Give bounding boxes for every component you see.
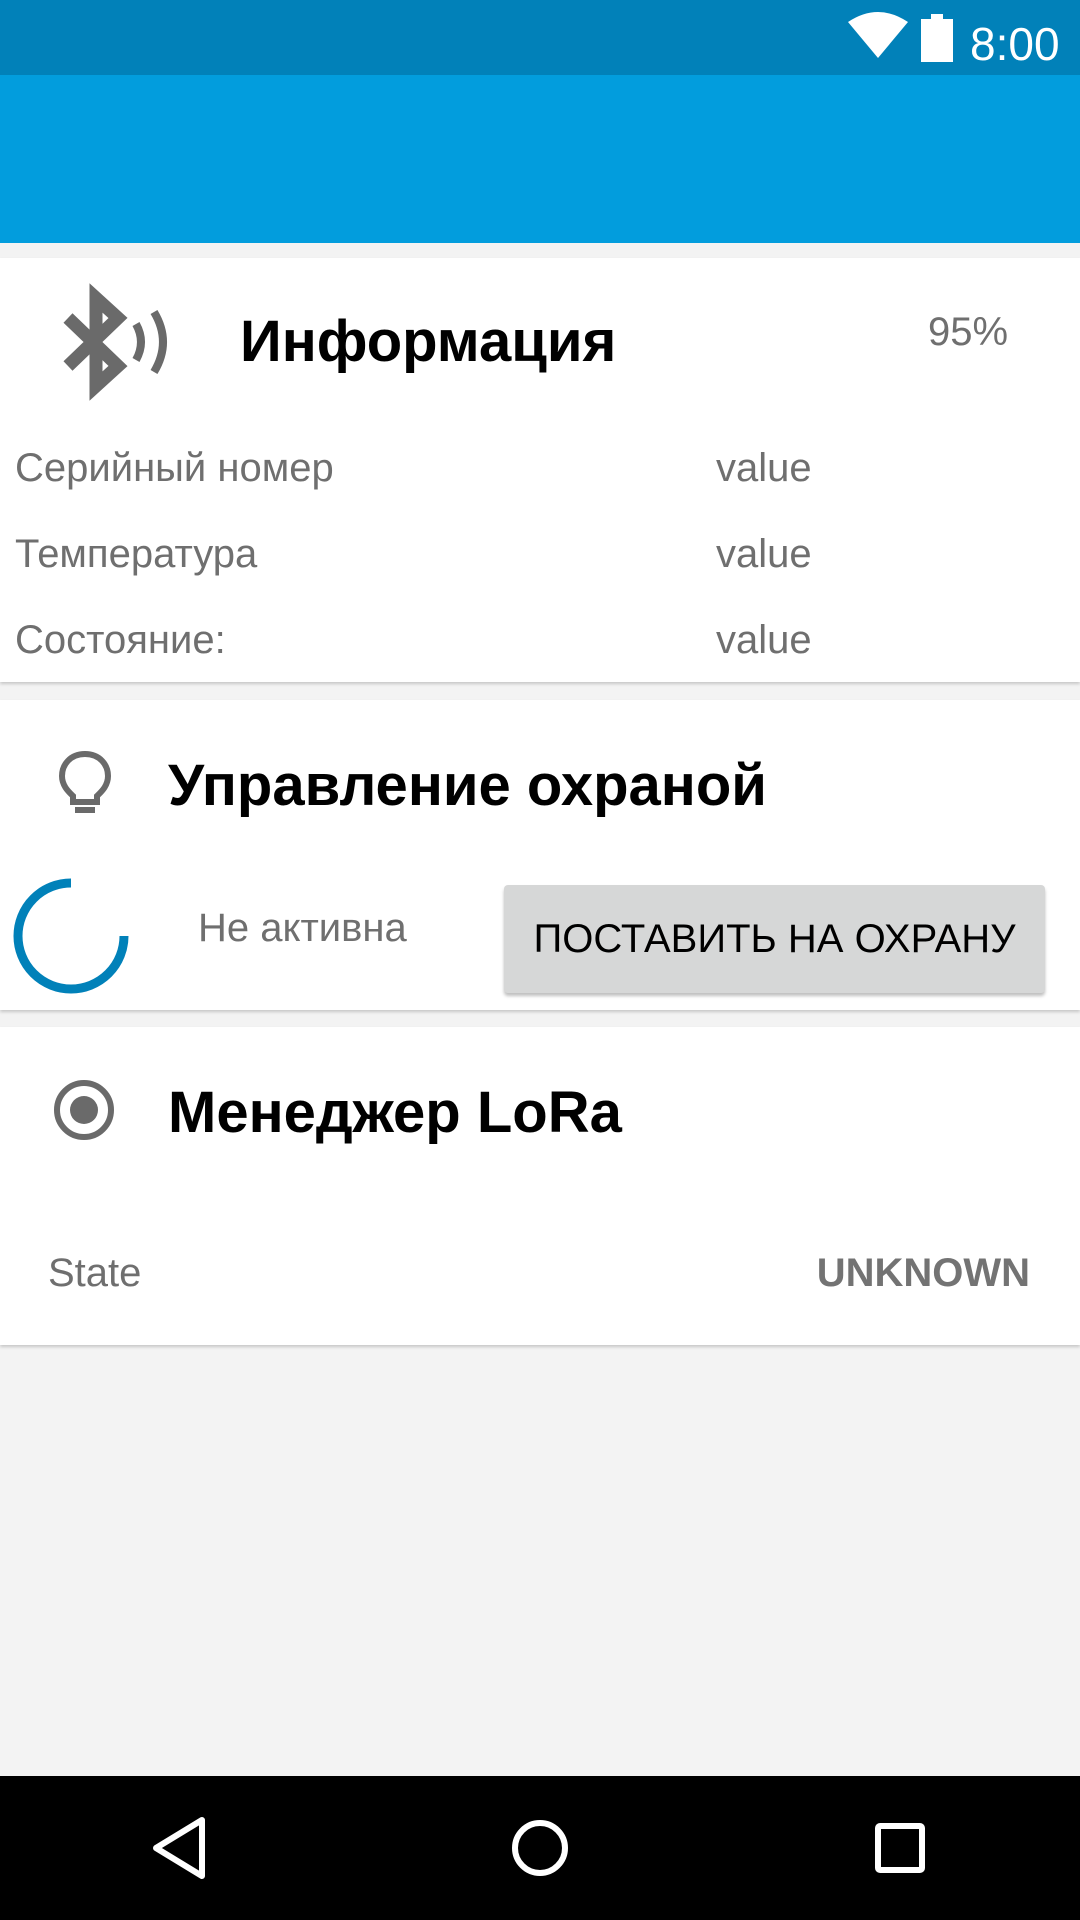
info-card: Информация 95% Серийный номер value Темп…	[0, 258, 1080, 682]
radio-button-icon	[54, 1080, 114, 1140]
lora-title: Менеджер LoRa	[168, 1080, 622, 1145]
lora-state-label: State	[48, 1251, 142, 1295]
serial-number-label: Серийный номер	[15, 446, 334, 490]
security-status: Не активна	[198, 906, 407, 950]
status-time: 8:00	[970, 18, 1060, 70]
state-value: value	[716, 618, 812, 662]
serial-number-value: value	[716, 446, 812, 490]
arm-button[interactable]: ПОСТАВИТЬ НА ОХРАНУ	[504, 885, 1045, 993]
progress-spinner-icon	[13, 878, 129, 994]
navigation-bar	[0, 1776, 1080, 1920]
temperature-label: Температура	[15, 532, 258, 576]
wifi-icon	[848, 12, 908, 58]
battery-percent: 95%	[928, 310, 1009, 354]
recents-icon[interactable]	[850, 1798, 950, 1898]
security-card: Управление охраной Не активна ПОСТАВИТЬ …	[0, 700, 1080, 1010]
lora-card: Менеджер LoRa State UNKNOWN	[0, 1027, 1080, 1345]
home-icon[interactable]	[490, 1798, 590, 1898]
info-title: Информация	[240, 309, 617, 374]
security-title: Управление охраной	[168, 753, 767, 818]
lora-state-value: UNKNOWN	[816, 1251, 1030, 1295]
back-icon[interactable]	[130, 1798, 230, 1898]
temperature-value: value	[716, 532, 812, 576]
app-bar	[0, 75, 1080, 243]
state-label: Состояние:	[15, 618, 226, 662]
bluetooth-audio-icon	[63, 283, 167, 401]
status-bar: 8:00	[0, 0, 1080, 75]
lightbulb-icon	[58, 750, 112, 813]
battery-icon	[921, 14, 953, 62]
